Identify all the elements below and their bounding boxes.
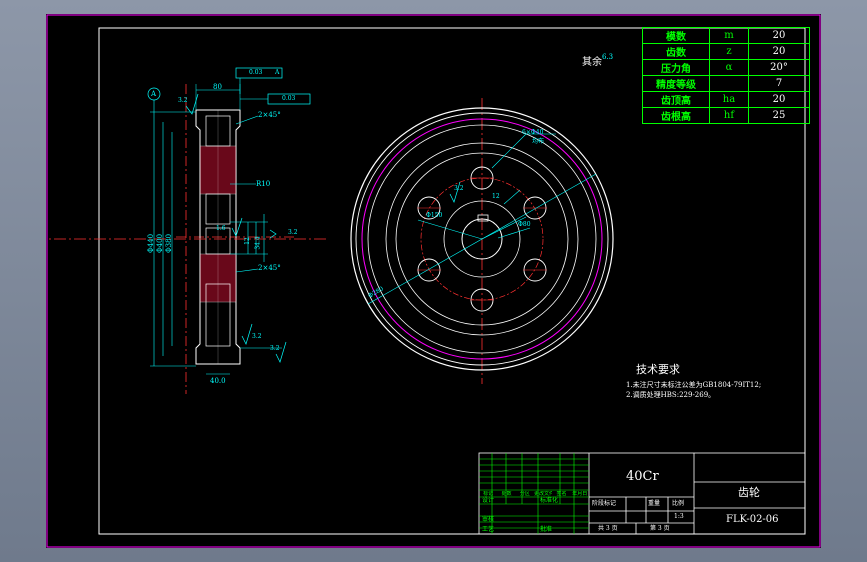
part-name: 齿轮 bbox=[738, 486, 760, 499]
parameter-row: 齿数 z 20 bbox=[642, 43, 810, 60]
parameter-name: 压力角 bbox=[642, 59, 710, 76]
other-roughness-label: 其余 bbox=[582, 57, 602, 68]
parameter-symbol: α bbox=[709, 59, 749, 76]
ratio-label: 比例 bbox=[672, 500, 685, 507]
hole-roughness: 3.2 bbox=[454, 185, 464, 192]
width-dimension: 80 bbox=[213, 83, 222, 91]
gear-parameter-table: 模数 m 20 齿数 z 20 压力角 α 20° 精度等级 7 齿顶高 ha 20 齿根高 hf 25 bbox=[642, 27, 810, 124]
holes-note: 均布 bbox=[532, 138, 545, 145]
datum-label: A bbox=[151, 90, 157, 98]
parameter-symbol bbox=[709, 75, 749, 92]
side-view bbox=[147, 67, 311, 394]
drawing-sheet: 模数 m 20 齿数 z 20 压力角 α 20° 精度等级 7 齿顶高 ha 20 齿根高 hf 25 其余 … bbox=[46, 14, 821, 548]
parameter-name: 齿顶高 bbox=[642, 91, 710, 108]
fillet-radius-label: R10 bbox=[256, 180, 271, 188]
chamfer-label-bottom: 2×45° bbox=[258, 264, 281, 272]
parameter-row: 齿顶高 ha 20 bbox=[642, 91, 810, 108]
parameter-value: 7 bbox=[748, 75, 810, 92]
tech-requirements-title: 技术要求 bbox=[636, 363, 680, 376]
drawing-number: FLK-02-06 bbox=[726, 514, 779, 525]
other-roughness-value: 6.3 bbox=[602, 53, 614, 61]
roughness-c: 3.2 bbox=[252, 333, 262, 340]
scale-value: 1:3 bbox=[674, 513, 684, 520]
check-label: 审核 bbox=[482, 516, 495, 523]
parameter-value: 20 bbox=[748, 91, 810, 108]
standardization-label: 标准化 bbox=[540, 497, 559, 504]
parameter-symbol: m bbox=[709, 27, 749, 44]
chamfer-label-top: 2×45° bbox=[258, 111, 281, 119]
roughness-d: 3.2 bbox=[270, 345, 280, 352]
diameter-label-3: Φ380 bbox=[165, 233, 174, 254]
roughness-a: 3.2 bbox=[178, 97, 188, 104]
design-label: 设计 bbox=[482, 497, 495, 504]
parameter-row: 精度等级 7 bbox=[642, 75, 810, 92]
revision-column-label: 年月日 bbox=[572, 491, 588, 497]
craft-label: 工艺 bbox=[482, 526, 495, 533]
parameter-value: 25 bbox=[748, 107, 810, 124]
parameter-name: 精度等级 bbox=[642, 75, 710, 92]
parameter-row: 压力角 α 20° bbox=[642, 59, 810, 76]
tech-requirement-1: 1.未注尺寸未标注公差为GB1804-79IT12; bbox=[626, 381, 762, 389]
parameter-row: 齿根高 hf 25 bbox=[642, 107, 810, 124]
sheet-number: 第 3 页 bbox=[650, 525, 670, 532]
parameter-symbol: ha bbox=[709, 91, 749, 108]
tech-requirement-2: 2.调质处理HBS:229-269。 bbox=[626, 391, 716, 399]
approve-label: 批准 bbox=[540, 526, 553, 533]
parameter-name: 齿数 bbox=[642, 43, 710, 60]
tolerance-value-1: 0.03 bbox=[249, 69, 263, 76]
roughness-b: 1.6 bbox=[216, 225, 226, 232]
front-view bbox=[46, 98, 614, 384]
revision-column-label: 分区 bbox=[519, 491, 530, 497]
keyway-roughness: 3.2 bbox=[288, 229, 298, 236]
parameter-name: 模数 bbox=[642, 27, 710, 44]
parameter-value: 20° bbox=[748, 59, 810, 76]
diameter-label-2: Φ400 bbox=[156, 233, 165, 254]
tolerance-datum: A bbox=[275, 69, 280, 76]
revision-column-label: 处数 bbox=[501, 491, 512, 497]
total-sheets: 共 3 页 bbox=[598, 525, 618, 532]
parameter-name: 齿根高 bbox=[642, 107, 710, 124]
outer-diameter-label: Φ440 bbox=[147, 233, 156, 254]
parameter-row: 模数 m 20 bbox=[642, 27, 810, 44]
front-dimension-a: Φ150 bbox=[426, 212, 443, 219]
revision-row-labels: 标记处数分区更改文件号签名年月日 bbox=[479, 491, 589, 497]
front-keyway-dimension: 12 bbox=[492, 193, 500, 200]
parameter-symbol: z bbox=[709, 43, 749, 60]
weight-label: 重量 bbox=[648, 500, 661, 507]
parameter-value: 20 bbox=[748, 27, 810, 44]
holes-callout: 6×Φ40 bbox=[522, 129, 544, 136]
material-label: 40Cr bbox=[626, 469, 659, 484]
tolerance-value-2: 0.03 bbox=[282, 95, 296, 102]
keyway-dimension-1: 12 bbox=[243, 237, 251, 245]
parameter-symbol: hf bbox=[709, 107, 749, 124]
hub-width-label: 40.0 bbox=[210, 377, 226, 385]
front-dimension-b: Φ80 bbox=[518, 221, 531, 228]
parameter-value: 20 bbox=[748, 43, 810, 60]
keyway-dimension-2: 34.4 bbox=[254, 236, 262, 250]
stage-mark-label: 阶段标记 bbox=[592, 500, 617, 507]
